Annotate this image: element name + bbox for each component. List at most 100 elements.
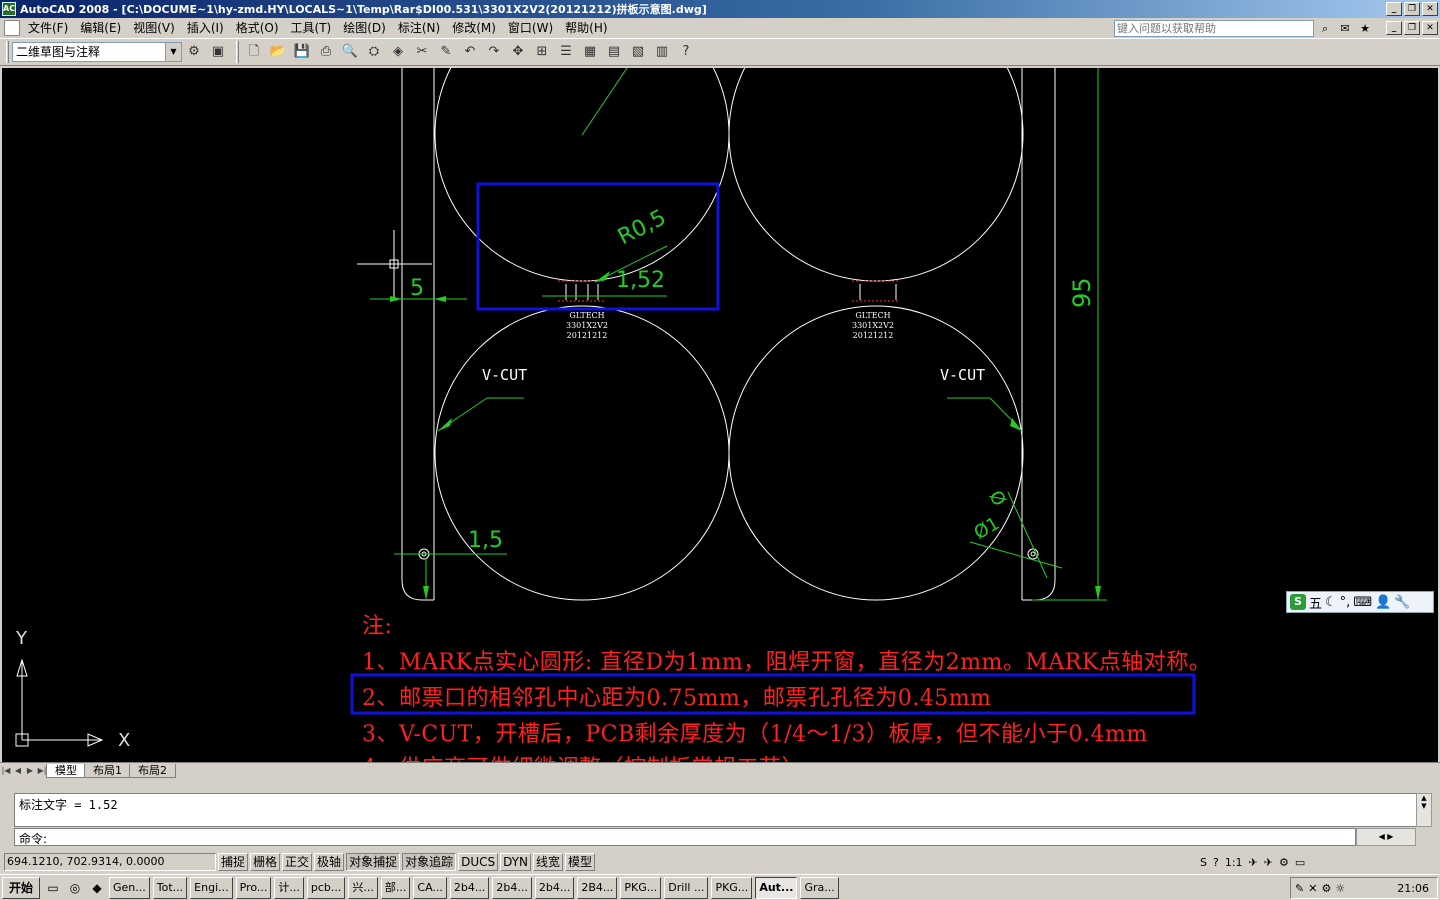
tray-pen-icon[interactable]: ✎ [1295,882,1304,895]
command-input[interactable]: 命令: [14,828,1356,846]
menu-file[interactable]: 文件(F) [22,18,74,38]
wrench-icon[interactable]: 🔧 [1394,595,1410,610]
desktop-icon[interactable]: ▭ [44,879,62,897]
tab-model[interactable]: 模型 [46,763,86,778]
menu-dimension[interactable]: 标注(N) [392,18,446,38]
redo-icon[interactable]: ↷ [483,41,505,63]
task-1[interactable]: Tot... [152,876,188,899]
first-tab-icon[interactable]: |◀ [0,764,12,778]
task-13[interactable]: PKG... [620,876,662,899]
task-16[interactable]: Aut... [755,876,798,899]
plot-preview-icon[interactable]: 🔍 [339,41,361,63]
menu-insert[interactable]: 插入(I) [181,18,230,38]
tray-gear-icon[interactable]: ⚙ [1321,882,1331,895]
calculator-icon[interactable]: ▥ [651,41,673,63]
grid-toggle[interactable]: 栅格 [250,853,281,871]
task-8[interactable]: CA... [413,876,447,899]
next-tab-icon[interactable]: ▶ [24,764,36,778]
task-14[interactable]: Drill ... [664,876,709,899]
task-4[interactable]: 计... [274,876,304,899]
task-11[interactable]: 2b4... [534,876,575,899]
drawing-canvas[interactable]: R0,5 1,52 5 95 1,5 Ø1 Ø V-CUT V-CUT GLTE… [2,68,1438,762]
punctuation-icon[interactable]: °, [1340,595,1351,610]
task-3[interactable]: Pro... [235,876,272,899]
annotation-scale[interactable]: 1:1 [1225,856,1243,869]
task-12[interactable]: 2B4... [577,876,618,899]
doc-restore-button[interactable]: ❐ [1404,21,1420,35]
workspace-switch-icon[interactable]: ⚙ [1279,856,1289,869]
help-tray-icon[interactable]: ? [1213,856,1219,869]
keyboard-icon[interactable]: ⌨ [1353,595,1372,610]
sogou-icon[interactable]: S [1290,594,1306,610]
task-7[interactable]: 部... [380,876,411,899]
clock[interactable]: 21:06 [1397,882,1429,895]
tray-x-icon[interactable]: ✕ [1308,882,1317,895]
pan-icon[interactable]: ✥ [507,41,529,63]
workspace-save-icon[interactable]: ▣ [207,41,229,63]
browser-icon[interactable]: ◎ [66,879,84,897]
menu-format[interactable]: 格式(O) [230,18,285,38]
communication-icon[interactable]: ✉ [1336,20,1354,37]
favorites-icon[interactable]: ★ [1356,20,1374,37]
clean-screen-icon[interactable]: ▭ [1295,856,1305,869]
menu-window[interactable]: 窗口(W) [502,18,559,38]
snap-toggle[interactable]: 捕捉 [218,853,249,871]
3d-dwf-icon[interactable]: ◈ [387,41,409,63]
sogou-tray-icon[interactable]: S [1200,856,1207,869]
tab-layout1[interactable]: 布局1 [84,763,131,778]
menu-tools[interactable]: 工具(T) [285,18,338,38]
workspace-combo[interactable]: 二维草图与注释 ▼ [12,42,182,62]
markup-icon[interactable]: ▧ [627,41,649,63]
command-scrollbar[interactable]: ▲ ▼ [1416,793,1432,827]
lineweight-toggle[interactable]: 线宽 [533,853,564,871]
otrack-toggle[interactable]: 对象追踪 [402,853,457,871]
cut-icon[interactable]: ✂ [411,41,433,63]
menu-help[interactable]: 帮助(H) [559,18,613,38]
menu-view[interactable]: 视图(V) [127,18,181,38]
tab-layout2[interactable]: 布局2 [129,763,176,778]
restore-button[interactable]: ❐ [1404,2,1420,16]
help-search-input[interactable] [1114,20,1314,37]
chevron-down-icon[interactable]: ▼ [165,43,181,61]
document-icon[interactable] [4,20,20,36]
moon-icon[interactable]: ☾ [1325,595,1337,610]
prev-tab-icon[interactable]: ◀ [12,764,24,778]
toolbar-grip[interactable] [6,41,9,63]
menu-edit[interactable]: 编辑(E) [74,18,127,38]
ime-mode[interactable]: 五 [1309,593,1322,612]
task-6[interactable]: 兴... [348,876,378,899]
annotation-visibility-icon[interactable]: ✈ [1249,856,1258,869]
match-properties-icon[interactable]: ✎ [435,41,457,63]
autocad-app-icon[interactable]: AC [2,2,16,16]
properties-icon[interactable]: ☰ [555,41,577,63]
search-icon[interactable]: ⌕ [1316,20,1334,37]
ducs-toggle[interactable]: DUCS [458,853,499,871]
minimize-button[interactable]: _ [1386,2,1402,16]
menu-draw[interactable]: 绘图(D) [337,18,392,38]
dyn-toggle[interactable]: DYN [500,853,532,871]
task-10[interactable]: 2b4... [492,876,532,899]
task-9[interactable]: 2b4... [449,876,490,899]
new-file-icon[interactable]: 🗋 [243,41,265,63]
task-5[interactable]: pcb... [306,876,346,899]
tool-palettes-icon[interactable]: ▤ [603,41,625,63]
polar-toggle[interactable]: 极轴 [314,853,345,871]
task-15[interactable]: PKG... [711,876,753,899]
model-toggle[interactable]: 模型 [565,853,596,871]
coordinate-readout[interactable]: 694.1210, 702.9314, 0.0000 [4,853,216,871]
user-icon[interactable]: 👤 [1375,595,1391,610]
doc-close-button[interactable]: ✕ [1422,21,1438,35]
ortho-toggle[interactable]: 正交 [282,853,313,871]
menu-modify[interactable]: 修改(M) [446,18,502,38]
help-icon[interactable]: ? [675,41,697,63]
workspace-settings-icon[interactable]: ⚙ [183,41,205,63]
task-0[interactable]: Gen... [109,876,150,899]
design-center-icon[interactable]: ▦ [579,41,601,63]
media-icon[interactable]: ◆ [88,879,106,897]
open-file-icon[interactable]: 📂 [267,41,289,63]
auto-scale-icon[interactable]: ✈ [1264,856,1273,869]
command-hscroll[interactable]: ◀ ▶ [1356,828,1416,846]
close-button[interactable]: ✕ [1422,2,1438,16]
ime-toolbar[interactable]: S 五 ☾ °, ⌨ 👤 🔧 [1286,591,1434,613]
start-button[interactable]: 开始 [2,876,41,899]
